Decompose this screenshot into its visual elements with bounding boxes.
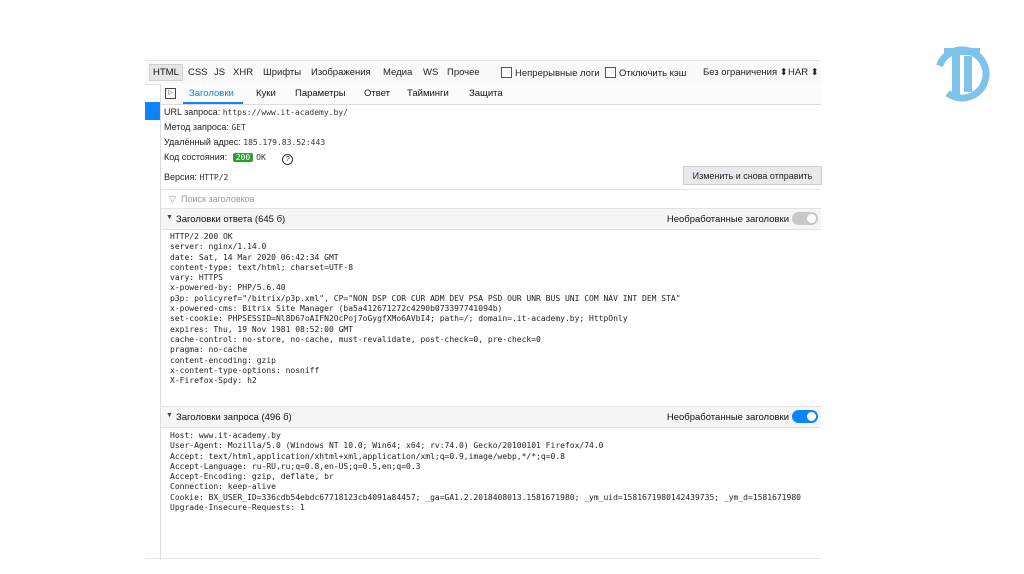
filter-tab-ws[interactable]: WS — [423, 67, 438, 78]
collapse-triangle-icon[interactable]: ▼ — [166, 214, 173, 221]
remote-address-value: 185.179.83.52:443 — [243, 138, 326, 147]
checkbox-box — [605, 67, 616, 78]
toggle-knob — [807, 214, 816, 223]
request-method-value: GET — [231, 123, 246, 132]
request-url-label: URL запроса: — [164, 107, 221, 117]
help-icon[interactable]: ? — [282, 154, 294, 165]
request-url-row: URL запроса: https://www.it-academy.by/ — [164, 107, 348, 117]
raw-headers-label: Необработанные заголовки — [666, 214, 789, 225]
toggle-sidebar-icon[interactable]: ▷ — [165, 88, 176, 99]
tab-cookies[interactable]: Куки — [256, 88, 276, 99]
status-code-row: Код состояния: 200 OK ? — [164, 152, 294, 165]
tab-response[interactable]: Ответ — [364, 88, 390, 99]
details-tab-bar: ▷ Заголовки Куки Параметры Ответ Тайминг… — [161, 84, 821, 105]
disable-cache-label: Отключить кэш — [619, 68, 687, 79]
tab-params[interactable]: Параметры — [295, 88, 346, 99]
filter-tab-xhr[interactable]: XHR — [233, 67, 253, 78]
http-version-row: Версия: HTTP/2 — [164, 172, 228, 182]
filter-tab-html[interactable]: HTML — [149, 64, 183, 81]
filter-tab-images[interactable]: Изображения — [311, 67, 371, 78]
filter-tab-fonts[interactable]: Шрифты — [263, 67, 301, 78]
tab-security[interactable]: Защита — [469, 88, 503, 99]
request-type-filter-bar: HTML CSS JS XHR Шрифты Изображения Медиа… — [145, 60, 821, 85]
toggle-knob — [807, 412, 816, 421]
response-headers-title: Заголовки ответа (645 б) — [176, 214, 286, 225]
edit-and-resend-button[interactable]: Изменить и снова отправить — [683, 166, 822, 185]
network-devtools-panel: HTML CSS JS XHR Шрифты Изображения Медиа… — [145, 60, 822, 560]
filter-tab-js[interactable]: JS — [214, 67, 225, 78]
request-details-panel: ▷ Заголовки Куки Параметры Ответ Тайминг… — [161, 84, 822, 560]
active-tab-indicator — [183, 102, 243, 104]
http-version-label: Версия: — [164, 172, 197, 182]
disable-cache-checkbox[interactable]: Отключить кэш — [605, 67, 686, 79]
header-filter-input[interactable]: Поиск заголовков — [181, 194, 254, 204]
raw-headers-label: Необработанные заголовки — [666, 412, 789, 423]
panel-bottom-border — [145, 558, 821, 559]
raw-response-headers-toggle[interactable] — [792, 212, 818, 225]
persist-logs-label: Непрерывные логи — [515, 68, 600, 79]
http-version-value: HTTP/2 — [199, 173, 229, 182]
status-badge: 200 — [232, 153, 254, 162]
filter-tab-css[interactable]: CSS — [188, 67, 208, 78]
filter-funnel-icon: ▽ — [169, 194, 176, 204]
raw-request-headers-text: Host: www.it-academy.by User-Agent: Mozi… — [170, 431, 801, 513]
filter-tab-media[interactable]: Медиа — [383, 67, 412, 78]
checkbox-box — [501, 67, 512, 78]
raw-request-headers-toggle[interactable] — [792, 410, 818, 423]
request-list-strip — [145, 84, 161, 560]
response-headers-section-header[interactable]: ▼ Заголовки ответа (645 б) Необработанны… — [161, 208, 821, 230]
header-filter-row: ▽ Поиск заголовков — [161, 189, 821, 209]
remote-address-label: Удалённый адрес: — [164, 137, 241, 147]
raw-response-headers-text: HTTP/2 200 OK server: nginx/1.14.0 date:… — [170, 232, 681, 386]
request-headers-section-header[interactable]: ▼ Заголовки запроса (496 б) Необработанн… — [161, 406, 821, 428]
persist-logs-checkbox[interactable]: Непрерывные логи — [501, 67, 600, 79]
remote-address-row: Удалённый адрес: 185.179.83.52:443 — [164, 137, 325, 147]
filter-tab-other[interactable]: Прочее — [447, 67, 480, 78]
request-url-value: https://www.it-academy.by/ — [222, 108, 348, 117]
it-academy-logo — [934, 46, 990, 102]
selected-request-row[interactable] — [145, 102, 160, 120]
request-headers-title: Заголовки запроса (496 б) — [176, 412, 292, 423]
request-method-row: Метод запроса: GET — [164, 122, 246, 132]
status-text: OK — [256, 153, 266, 162]
tab-headers[interactable]: Заголовки — [189, 88, 234, 99]
status-code-label: Код состояния: — [164, 152, 228, 162]
request-method-label: Метод запроса: — [164, 122, 229, 132]
collapse-triangle-icon[interactable]: ▼ — [166, 412, 173, 419]
throttling-select[interactable]: Без ограничения ⬍ — [703, 67, 788, 78]
har-menu[interactable]: HAR ⬍ — [788, 67, 819, 78]
tab-timings[interactable]: Тайминги — [407, 88, 449, 99]
